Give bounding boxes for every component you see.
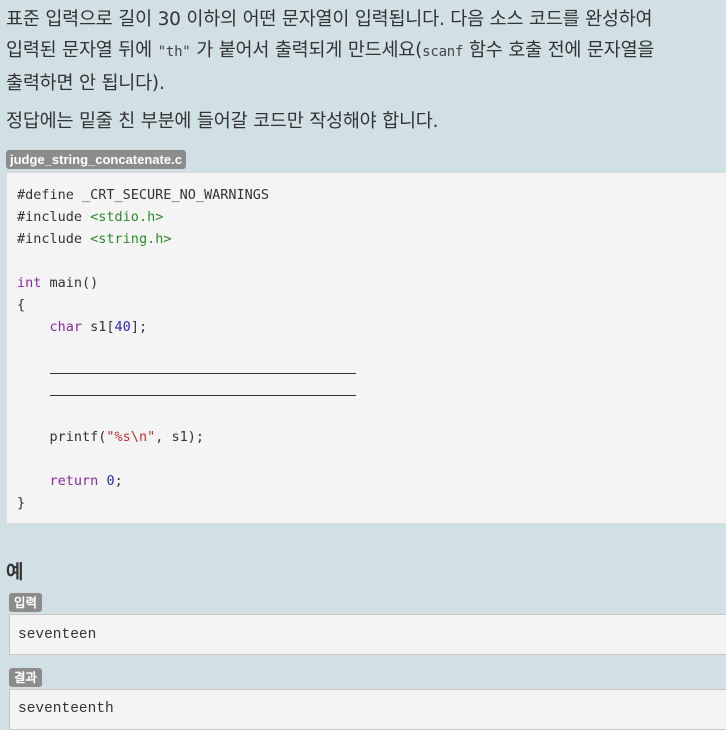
code-line-return: return 0;: [49, 473, 123, 489]
code-line-include-string: #include <string.h>: [17, 231, 172, 247]
code-block: #define _CRT_SECURE_NO_WARNINGS #include …: [6, 172, 726, 524]
problem-statement: 표준 입력으로 길이 30 이하의 어떤 문자열이 입력됩니다. 다음 소스 코…: [6, 4, 726, 99]
code-line-blank-1: [17, 360, 726, 382]
statement-line-2-mid: 가 붙어서 출력되게 만드세요(: [190, 40, 423, 61]
code-line-close-brace: }: [17, 495, 26, 511]
statement-line-2-suffix: 함수 호출 전에 문자열을: [463, 40, 655, 61]
code-filename-label: judge_string_concatenate.c: [6, 150, 186, 169]
code-line-main: int main(): [17, 275, 99, 291]
statement-line-3: 출력하면 안 됩니다).: [6, 73, 165, 94]
example-heading: 예: [6, 561, 24, 583]
output-label: 결과: [9, 668, 43, 687]
inline-code-scanf: scanf: [422, 44, 464, 60]
problem-description: 표준 입력으로 길이 30 이하의 어떤 문자열이 입력됩니다. 다음 소스 코…: [6, 4, 726, 137]
example-output-box: seventeenth: [9, 689, 726, 730]
answer-instruction: 정답에는 밑줄 친 부분에 들어갈 코드만 작성해야 합니다.: [6, 111, 439, 132]
code-listing: #define _CRT_SECURE_NO_WARNINGS #include …: [7, 173, 726, 514]
code-line-blank-2: [17, 382, 726, 404]
inline-code-th: "th": [157, 44, 191, 60]
code-line-include-stdio: #include <stdio.h>: [17, 209, 164, 225]
code-line-char-decl: char s1[40];: [49, 319, 148, 335]
code-line-printf: printf("%s\n", s1);: [49, 429, 204, 445]
code-line-open-brace: {: [17, 297, 26, 313]
code-line-define: #define _CRT_SECURE_NO_WARNINGS: [17, 187, 269, 203]
input-label: 입력: [9, 593, 43, 612]
answer-blank-2: [49, 382, 356, 396]
statement-line-1: 표준 입력으로 길이 30 이하의 어떤 문자열이 입력됩니다. 다음 소스 코…: [6, 9, 653, 30]
statement-line-2-prefix: 입력된 문자열 뒤에: [6, 40, 158, 61]
answer-blank-1: [49, 360, 356, 374]
example-input-box: seventeen: [9, 614, 726, 655]
